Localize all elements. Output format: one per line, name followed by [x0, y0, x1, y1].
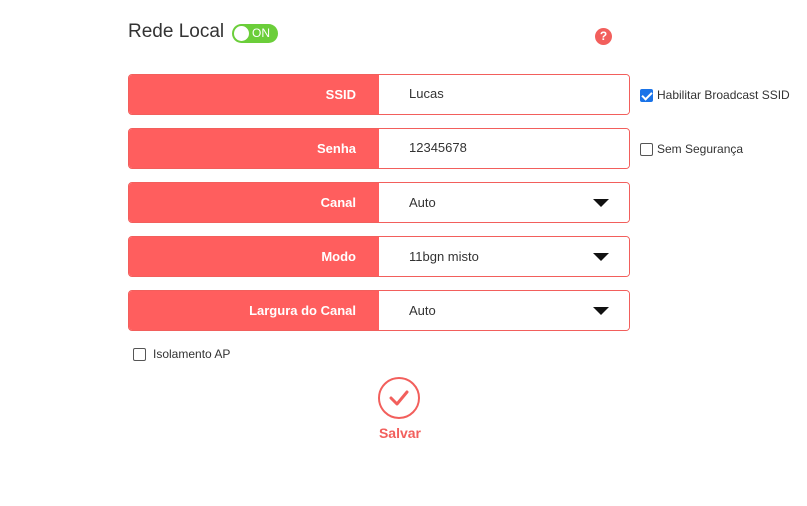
mode-select[interactable]: 11bgn misto	[379, 237, 629, 276]
password-input[interactable]	[409, 129, 609, 166]
password-row: Senha	[128, 128, 630, 169]
ssid-row: SSID	[128, 74, 630, 115]
no-security-label: Sem Segurança	[657, 142, 744, 156]
broadcast-ssid-option[interactable]: Habilitar Broadcast SSID	[640, 88, 790, 102]
no-security-option[interactable]: Sem Segurança	[640, 142, 743, 156]
wireless-settings-page: Rede Local ON ? SSID Habilitar Broadcast…	[0, 0, 807, 506]
ap-isolation-checkbox[interactable]	[133, 347, 146, 361]
channel-row: Canal Auto	[128, 182, 630, 223]
chevron-down-icon	[593, 307, 609, 315]
ssid-input[interactable]	[409, 75, 609, 112]
channel-width-selected-value: Auto	[409, 303, 436, 318]
save-label[interactable]: Salvar	[360, 425, 440, 441]
broadcast-ssid-label: Habilitar Broadcast SSID	[657, 88, 790, 102]
save-button[interactable]	[378, 377, 420, 419]
mode-selected-value: 11bgn misto	[409, 249, 479, 264]
chevron-down-icon	[593, 199, 609, 207]
no-security-checkbox[interactable]	[640, 142, 653, 156]
ap-isolation-option[interactable]: Isolamento AP	[133, 347, 230, 361]
broadcast-ssid-checkbox[interactable]	[640, 88, 653, 102]
toggle-label: ON	[252, 26, 270, 40]
channel-selected-value: Auto	[409, 195, 436, 210]
channel-width-label: Largura do Canal	[129, 291, 379, 330]
mode-row: Modo 11bgn misto	[128, 236, 630, 277]
ssid-label: SSID	[129, 75, 379, 114]
password-label: Senha	[129, 129, 379, 168]
ap-isolation-label: Isolamento AP	[153, 347, 231, 361]
channel-select[interactable]: Auto	[379, 183, 629, 222]
checkmark-icon	[389, 390, 409, 406]
ssid-value-cell	[379, 75, 629, 114]
network-toggle[interactable]: ON	[232, 24, 278, 43]
channel-width-select[interactable]: Auto	[379, 291, 629, 330]
help-icon[interactable]: ?	[595, 28, 612, 45]
channel-width-row: Largura do Canal Auto	[128, 290, 630, 331]
password-value-cell	[379, 129, 629, 168]
toggle-knob	[234, 26, 249, 41]
page-title: Rede Local	[128, 21, 225, 42]
chevron-down-icon	[593, 253, 609, 261]
channel-label: Canal	[129, 183, 379, 222]
mode-label: Modo	[129, 237, 379, 276]
